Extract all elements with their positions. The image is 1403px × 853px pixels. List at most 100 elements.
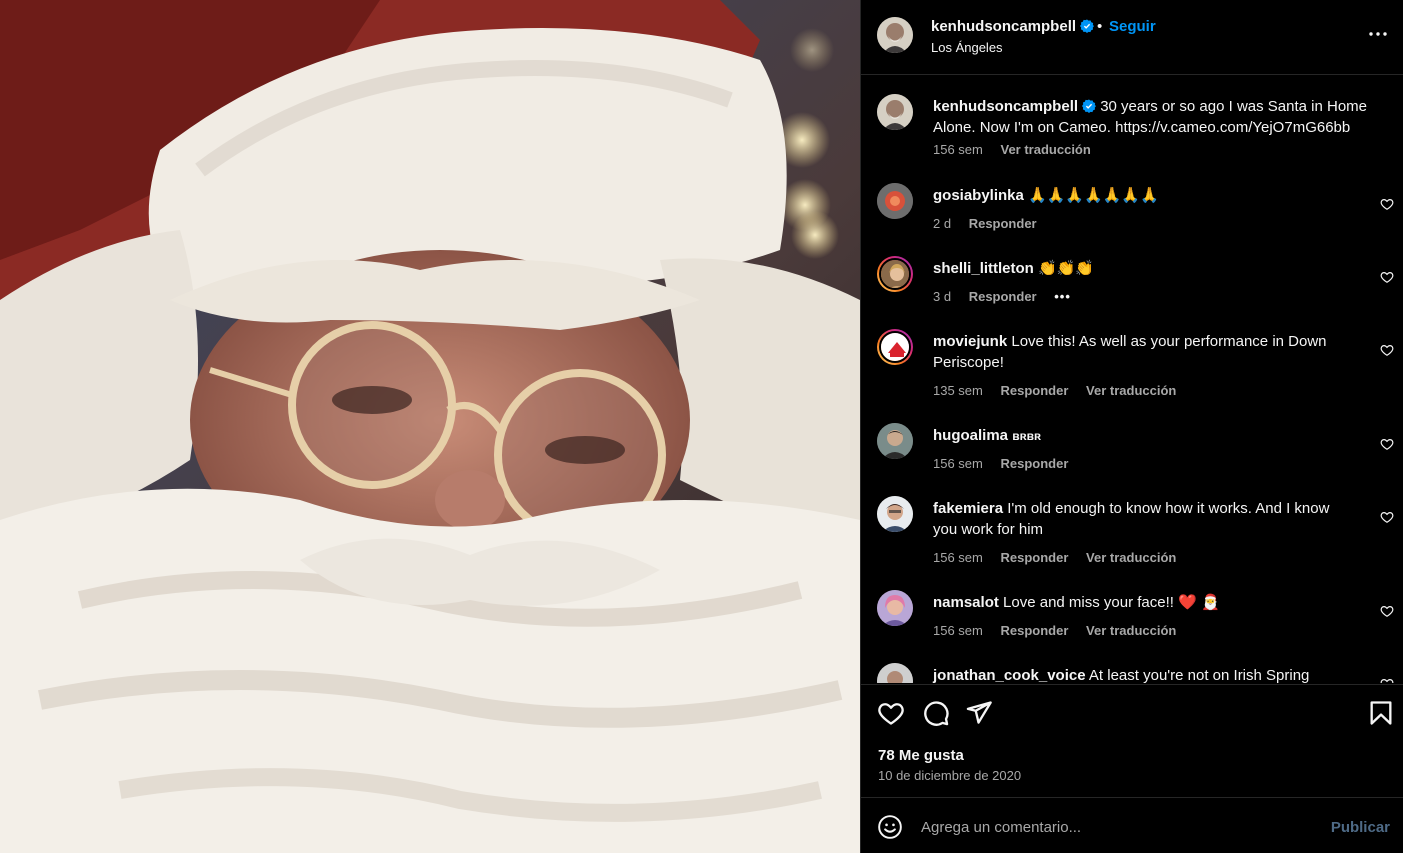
comment-like-heart-icon[interactable]	[1380, 677, 1394, 683]
comment-like-heart-icon[interactable]	[1380, 197, 1394, 211]
comment-item: moviejunk Love this! As well as your per…	[861, 329, 1403, 409]
likes-count[interactable]: 78 Me gusta	[878, 747, 964, 764]
comment-username[interactable]: fakemiera	[933, 500, 1003, 517]
post-photo[interactable]	[0, 0, 860, 853]
author-avatar-image	[877, 17, 913, 53]
comment-username[interactable]: hugoalima	[933, 427, 1008, 444]
post-side-panel: kenhudsoncampbell • Seguir Los Ángeles k…	[860, 0, 1403, 853]
comment-body: moviejunk Love this! As well as your per…	[933, 331, 1353, 373]
comment-body: shelli_littleton 👏👏👏	[933, 258, 1353, 279]
caption-translate-link[interactable]: Ver traducción	[1001, 142, 1091, 157]
comments-list[interactable]: kenhudsoncampbell 30 years or so ago I w…	[861, 76, 1403, 683]
author-username[interactable]: kenhudsoncampbell	[931, 18, 1095, 35]
caption-meta: 156 sem Ver traducción	[933, 142, 1105, 157]
comment-meta: 2 d Responder	[933, 216, 1051, 231]
commenter-avatar[interactable]	[877, 663, 913, 683]
comment-text: 👏👏👏	[1038, 260, 1095, 277]
post-date[interactable]: 10 de diciembre de 2020	[878, 768, 1021, 783]
commenter-avatar-image	[877, 663, 913, 683]
comment-meta: 156 sem Responder Ver traducción	[933, 550, 1190, 565]
author-username-text[interactable]: kenhudsoncampbell	[931, 18, 1076, 35]
comment-text: ʙʀʙʀ	[1012, 429, 1041, 443]
post-header: kenhudsoncampbell • Seguir Los Ángeles	[861, 0, 1403, 75]
commenter-avatar-image	[877, 183, 913, 219]
comment-age: 156 sem	[933, 623, 983, 638]
comment-item: shelli_littleton 👏👏👏 3 d Responder •••	[861, 256, 1403, 312]
reply-button[interactable]: Responder	[1001, 550, 1069, 565]
santa-photo-illustration	[0, 0, 860, 853]
comment-meta: 156 sem Responder	[933, 456, 1082, 471]
comment-item: gosiabylinka 🙏🙏🙏🙏🙏🙏🙏 2 d Responder	[861, 183, 1403, 239]
verified-badge-icon	[1080, 19, 1095, 33]
comment-meta: 156 sem Responder Ver traducción	[933, 623, 1190, 638]
commenter-avatar-image	[881, 333, 909, 361]
reply-button[interactable]: Responder	[1001, 456, 1069, 471]
comment-like-heart-icon[interactable]	[1380, 437, 1394, 451]
caption-author-avatar[interactable]	[877, 94, 913, 130]
avatar-inner	[879, 258, 911, 290]
translate-link[interactable]: Ver traducción	[1086, 623, 1176, 638]
comment-meta: 3 d Responder •••	[933, 289, 1085, 304]
comment-body: namsalot Love and miss your face!! ❤️ 🎅	[933, 592, 1353, 613]
commenter-avatar[interactable]	[877, 496, 913, 532]
commenter-avatar[interactable]	[877, 423, 913, 459]
caption-avatar-image	[877, 94, 913, 130]
comment-username[interactable]: gosiabylinka	[933, 187, 1024, 204]
bookmark-icon[interactable]	[1367, 699, 1395, 727]
comment-input[interactable]	[921, 812, 1321, 842]
reply-button[interactable]: Responder	[1001, 383, 1069, 398]
comment-like-heart-icon[interactable]	[1380, 343, 1394, 357]
comment-icon[interactable]	[922, 699, 950, 727]
commenter-avatar[interactable]	[877, 183, 913, 219]
comment-username[interactable]: shelli_littleton	[933, 260, 1034, 277]
comment-text: 🙏🙏🙏🙏🙏🙏🙏	[1028, 187, 1159, 204]
comment-age: 135 sem	[933, 383, 983, 398]
caption-username[interactable]: kenhudsoncampbell	[933, 98, 1078, 115]
reply-button[interactable]: Responder	[969, 289, 1037, 304]
commenter-avatar[interactable]	[877, 329, 913, 365]
comment-meta: 135 sem Responder Ver traducción	[933, 383, 1190, 398]
heart-icon[interactable]	[877, 699, 905, 727]
follow-button[interactable]: Seguir	[1109, 18, 1156, 35]
commenter-avatar-image	[877, 590, 913, 626]
comment-age: 156 sem	[933, 550, 983, 565]
reply-button[interactable]: Responder	[1001, 623, 1069, 638]
comment-composer: Publicar	[861, 797, 1403, 853]
post-caption: kenhudsoncampbell 30 years or so ago I w…	[861, 94, 1403, 164]
commenter-avatar[interactable]	[877, 256, 913, 292]
comment-body: hugoalima ʙʀʙʀ	[933, 425, 1353, 447]
comment-username[interactable]: jonathan_cook_voice	[933, 667, 1086, 683]
comment-body: gosiabylinka 🙏🙏🙏🙏🙏🙏🙏	[933, 185, 1353, 206]
header-separator: •	[1097, 18, 1103, 35]
comment-body: jonathan_cook_voice At least you're not …	[933, 665, 1353, 683]
commenter-avatar-image	[881, 260, 909, 288]
send-icon[interactable]	[965, 699, 993, 727]
avatar-inner	[879, 331, 911, 363]
publish-button[interactable]: Publicar	[1331, 819, 1390, 836]
more-options-icon[interactable]	[1366, 22, 1390, 46]
comment-like-heart-icon[interactable]	[1380, 270, 1394, 284]
commenter-avatar-image	[877, 423, 913, 459]
comment-item: jonathan_cook_voice At least you're not …	[861, 663, 1403, 683]
comment-like-heart-icon[interactable]	[1380, 604, 1394, 618]
comment-username[interactable]: moviejunk	[933, 333, 1007, 350]
reply-button[interactable]: Responder	[969, 216, 1037, 231]
comment-like-heart-icon[interactable]	[1380, 510, 1394, 524]
verified-badge-icon	[1082, 99, 1097, 113]
comment-text: Love and miss your face!! ❤️ 🎅	[1003, 594, 1220, 611]
comment-text: At least you're not on Irish Spring	[1088, 667, 1310, 683]
comment-body: fakemiera I'm old enough to know how it …	[933, 498, 1353, 540]
commenter-avatar[interactable]	[877, 590, 913, 626]
comment-item: hugoalima ʙʀʙʀ 156 sem Responder	[861, 423, 1403, 479]
caption-body: kenhudsoncampbell 30 years or so ago I w…	[933, 96, 1373, 138]
emoji-icon[interactable]	[877, 814, 903, 840]
author-avatar[interactable]	[877, 17, 913, 53]
comment-more-options-icon[interactable]: •••	[1054, 289, 1071, 304]
translate-link[interactable]: Ver traducción	[1086, 383, 1176, 398]
comment-age: 156 sem	[933, 456, 983, 471]
post-actions: 78 Me gusta 10 de diciembre de 2020	[861, 684, 1403, 797]
comment-username[interactable]: namsalot	[933, 594, 999, 611]
post-location[interactable]: Los Ángeles	[931, 40, 1003, 55]
translate-link[interactable]: Ver traducción	[1086, 550, 1176, 565]
comment-age: 2 d	[933, 216, 952, 231]
